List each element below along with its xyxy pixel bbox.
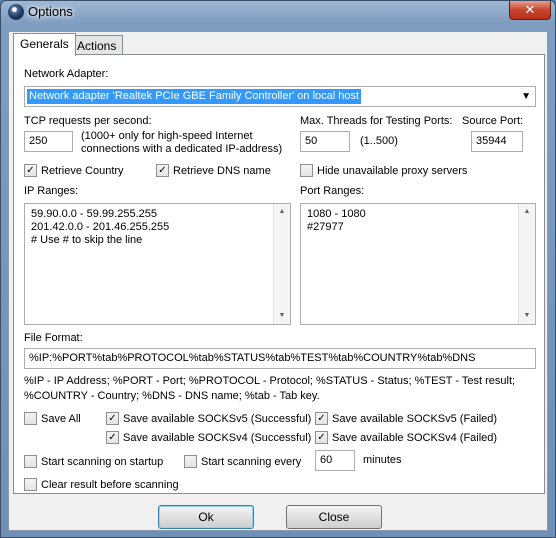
window-title: Options [28,4,73,19]
network-adapter-value: Network adapter 'Realtek PCIe GBE Family… [27,89,362,104]
network-adapter-select[interactable]: Network adapter 'Realtek PCIe GBE Family… [24,86,536,107]
scroll-up-icon[interactable]: ▲ [274,204,290,220]
save-socks5-fail-label: Save available SOCKSv5 (Failed) [332,412,498,425]
scroll-down-icon[interactable]: ▼ [519,308,535,324]
max-threads-input[interactable]: 50 [300,131,350,152]
port-range-line: #27977 [307,221,344,233]
ip-ranges-label: IP Ranges: [24,185,79,197]
port-ranges-textarea[interactable]: 1080 - 1080 #27977 ▲ ▼ [300,203,536,325]
save-socks4-ok-checkbox[interactable]: ✓ Save available SOCKSv4 (Successful) [106,430,311,445]
tcp-requests-label: TCP requests per second: [24,115,152,127]
source-port-label: Source Port: [462,115,524,127]
scroll-down-icon[interactable]: ▼ [274,308,290,324]
tcp-note-line2: connections with a dedicated IP-address) [81,143,283,155]
save-all-label: Save All [41,412,81,425]
close-button[interactable]: Close [286,505,382,529]
tab-generals[interactable]: Generals [13,33,76,56]
window-close-button[interactable]: ✕ [509,1,551,20]
check-icon: ✓ [24,164,37,177]
scan-interval-input[interactable]: 60 [315,450,355,471]
port-range-line: 1080 - 1080 [307,208,366,220]
empty-checkbox-icon [24,412,37,425]
empty-checkbox-icon [184,455,197,468]
app-icon [8,4,24,20]
retrieve-dns-label: Retrieve DNS name [173,164,271,177]
ip-range-line: 201.42.0.0 - 201.46.255.255 [31,221,170,233]
save-socks4-fail-checkbox[interactable]: ✓ Save available SOCKSv4 (Failed) [315,430,497,445]
clear-before-scan-label: Clear result before scanning [41,478,179,491]
file-format-label: File Format: [24,332,83,344]
tcp-note-line1: (1000+ only for high-speed Internet [81,130,253,142]
start-on-startup-label: Start scanning on startup [41,455,164,468]
save-all-checkbox[interactable]: Save All [24,411,81,426]
minutes-label: minutes [363,454,402,466]
tcp-requests-input[interactable]: 250 [24,131,73,152]
check-icon: ✓ [106,412,119,425]
empty-checkbox-icon [300,164,313,177]
scroll-up-icon[interactable]: ▲ [519,204,535,220]
save-socks5-fail-checkbox[interactable]: ✓ Save available SOCKSv5 (Failed) [315,411,497,426]
title-bar[interactable]: Options ✕ [1,1,555,25]
empty-checkbox-icon [24,478,37,491]
max-threads-label: Max. Threads for Testing Ports: [300,115,453,127]
clear-before-scan-checkbox[interactable]: Clear result before scanning [24,477,179,492]
check-icon: ✓ [156,164,169,177]
check-icon: ✓ [315,431,328,444]
start-on-startup-checkbox[interactable]: Start scanning on startup [24,454,163,469]
save-socks5-ok-checkbox[interactable]: ✓ Save available SOCKSv5 (Successful) [106,411,311,426]
check-icon: ✓ [315,412,328,425]
options-window: Options ✕ Generals Actions Network Adapt… [0,0,556,538]
format-legend-line1: %IP - IP Address; %PORT - Port; %PROTOCO… [24,375,516,387]
save-socks4-fail-label: Save available SOCKSv4 (Failed) [332,431,498,444]
dialog-client: Generals Actions Network Adapter: Networ… [8,31,548,531]
empty-checkbox-icon [24,455,37,468]
port-ranges-scrollbar[interactable]: ▲ ▼ [518,204,535,324]
save-socks4-ok-label: Save available SOCKSv4 (Successful) [123,431,312,444]
format-legend-line2: %COUNTRY - Country; %DNS - DNS name; %ta… [24,390,320,402]
retrieve-country-checkbox[interactable]: ✓ Retrieve Country [24,163,124,178]
check-icon: ✓ [106,431,119,444]
ip-range-line: # Use # to skip the line [31,234,143,246]
source-port-input[interactable]: 35944 [471,131,523,152]
start-every-label: Start scanning every [201,455,302,468]
port-ranges-label: Port Ranges: [300,185,365,197]
start-every-checkbox[interactable]: Start scanning every [184,454,301,469]
tab-actions[interactable]: Actions [70,35,124,56]
chevron-down-icon[interactable]: ▼ [521,91,531,102]
max-threads-range: (1..500) [360,135,398,147]
file-format-input[interactable]: %IP:%PORT%tab%PROTOCOL%tab%STATUS%tab%TE… [24,348,536,369]
ip-ranges-scrollbar[interactable]: ▲ ▼ [273,204,290,324]
ip-range-line: 59.90.0.0 - 59.99.255.255 [31,208,157,220]
ip-ranges-textarea[interactable]: 59.90.0.0 - 59.99.255.255 201.42.0.0 - 2… [24,203,291,325]
save-socks5-ok-label: Save available SOCKSv5 (Successful) [123,412,312,425]
hide-unavailable-label: Hide unavailable proxy servers [317,164,468,177]
ok-button[interactable]: Ok [158,505,254,529]
network-adapter-label: Network Adapter: [24,68,109,80]
generals-panel: Network Adapter: Network adapter 'Realte… [13,54,545,494]
retrieve-country-label: Retrieve Country [41,164,124,177]
retrieve-dns-checkbox[interactable]: ✓ Retrieve DNS name [156,163,271,178]
hide-unavailable-checkbox[interactable]: Hide unavailable proxy servers [300,163,467,178]
